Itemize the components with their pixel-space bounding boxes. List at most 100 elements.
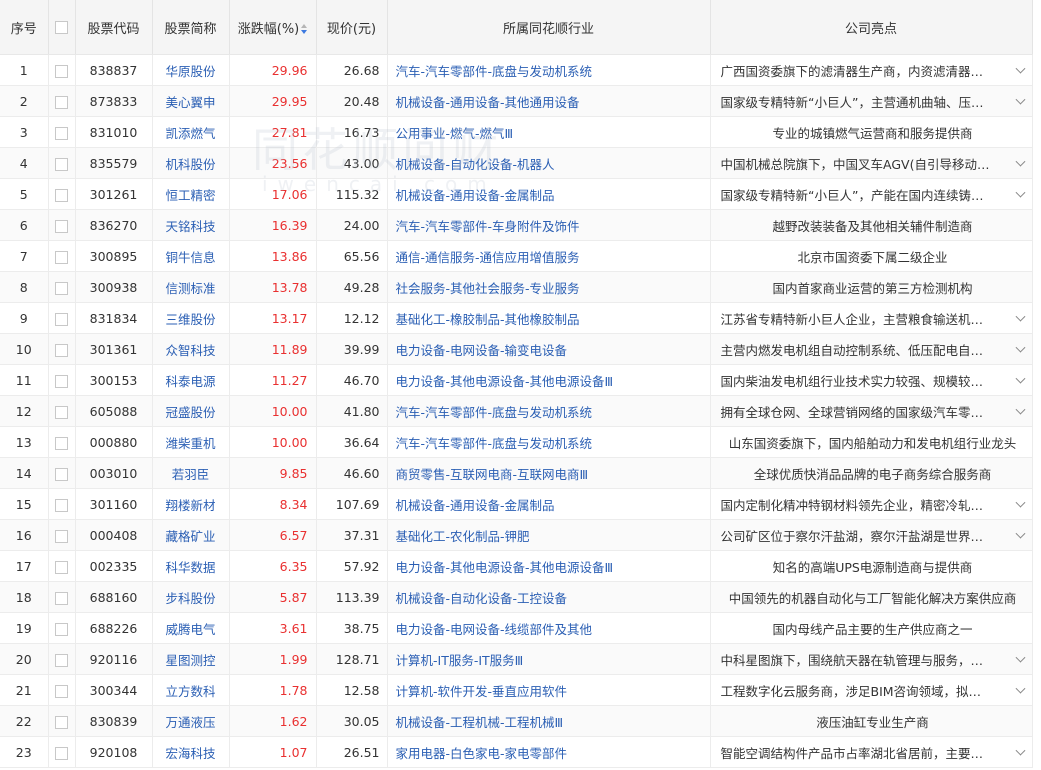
stock-name-link[interactable]: 立方数科 [152,674,230,706]
table-row[interactable]: 7 300895 铜牛信息 13.86 65.56 通信-通信服务-通信应用增值服务 北京市… [0,240,1033,272]
industry-link[interactable]: 基础化工-橡胶制品-其他橡胶制品 [387,302,711,334]
table-row[interactable]: 15 301160 翔楼新材 8.34 107.69 机械设备-通用设备-金属制品 国内定制… [0,488,1033,520]
row-checkbox[interactable] [55,436,68,450]
table-row[interactable]: 1 838837 华原股份 29.96 26.68 汽车-汽车零部件-底盘与发动机系统 广西… [0,54,1033,86]
row-select[interactable] [48,643,76,675]
row-select[interactable] [48,519,76,551]
chevron-down-icon[interactable] [1015,373,1025,384]
stock-name-link[interactable]: 三维股份 [152,302,230,334]
chevron-down-icon[interactable] [1015,497,1025,508]
industry-link[interactable]: 汽车-汽车零部件-底盘与发动机系统 [387,54,711,86]
row-select[interactable] [48,705,76,737]
table-row[interactable]: 23 920108 宏海科技 1.07 26.51 家用电器-白色家电-家电零部件 智能空调… [0,736,1033,768]
row-checkbox[interactable] [55,405,68,419]
row-select[interactable] [48,333,76,365]
table-row[interactable]: 4 835579 机科股份 23.56 43.00 机械设备-自动化设备-机器人 中国机械总… [0,147,1033,179]
stock-name-link[interactable]: 翔楼新材 [152,488,230,520]
table-row[interactable]: 2 873833 美心翼申 29.95 20.48 机械设备-通用设备-其他通用设备 国家级… [0,85,1033,117]
row-select[interactable] [48,550,76,582]
stock-name-link[interactable]: 科泰电源 [152,364,230,396]
stock-name-link[interactable]: 铜牛信息 [152,240,230,272]
stock-name-link[interactable]: 步科股份 [152,581,230,613]
industry-link[interactable]: 计算机-IT服务-IT服务Ⅲ [387,643,711,675]
stock-name-link[interactable]: 众智科技 [152,333,230,365]
row-checkbox[interactable] [55,653,68,667]
header-industry[interactable]: 所属同花顺行业 [387,0,711,55]
row-select[interactable] [48,364,76,396]
row-checkbox[interactable] [55,281,68,295]
industry-link[interactable]: 通信-通信服务-通信应用增值服务 [387,240,711,272]
row-checkbox[interactable] [55,498,68,512]
row-checkbox[interactable] [55,64,68,78]
row-select[interactable] [48,240,76,272]
stock-name-link[interactable]: 机科股份 [152,147,230,179]
industry-link[interactable]: 机械设备-通用设备-金属制品 [387,488,711,520]
stock-name-link[interactable]: 美心翼申 [152,85,230,117]
row-select[interactable] [48,54,76,86]
row-checkbox[interactable] [55,467,68,481]
industry-link[interactable]: 基础化工-农化制品-钾肥 [387,519,711,551]
chevron-down-icon[interactable] [1015,683,1025,694]
sort-desc-icon[interactable] [301,24,308,34]
table-row[interactable]: 10 301361 众智科技 11.89 39.99 电力设备-电网设备-输变电设备 主营内… [0,333,1033,365]
table-row[interactable]: 12 605088 冠盛股份 10.00 41.80 汽车-汽车零部件-底盘与发动机系统拥… [0,395,1033,427]
header-change[interactable]: 涨跌幅(%) [229,0,317,55]
chevron-down-icon[interactable] [1015,652,1025,663]
row-select[interactable] [48,457,76,489]
row-checkbox[interactable] [55,250,68,264]
stock-name-link[interactable]: 宏海科技 [152,736,230,768]
chevron-down-icon[interactable] [1015,94,1025,105]
industry-link[interactable]: 商贸零售-互联网电商-互联网电商Ⅲ [387,457,711,489]
row-select[interactable] [48,395,76,427]
row-checkbox[interactable] [55,622,68,636]
row-checkbox[interactable] [55,126,68,140]
industry-link[interactable]: 机械设备-自动化设备-工控设备 [387,581,711,613]
row-checkbox[interactable] [55,219,68,233]
industry-link[interactable]: 机械设备-工程机械-工程机械Ⅲ [387,705,711,737]
industry-link[interactable]: 汽车-汽车零部件-底盘与发动机系统 [387,426,711,458]
industry-link[interactable]: 社会服务-其他社会服务-专业服务 [387,271,711,303]
stock-name-link[interactable]: 华原股份 [152,54,230,86]
stock-name-link[interactable]: 凯添燃气 [152,116,230,148]
industry-link[interactable]: 家用电器-白色家电-家电零部件 [387,736,711,768]
row-select[interactable] [48,426,76,458]
chevron-down-icon[interactable] [1015,342,1025,353]
chevron-down-icon[interactable] [1015,156,1025,167]
industry-link[interactable]: 汽车-汽车零部件-车身附件及饰件 [387,209,711,241]
industry-link[interactable]: 电力设备-其他电源设备-其他电源设备Ⅲ [387,550,711,582]
table-row[interactable]: 17 002335 科华数据 6.35 57.92 电力设备-其他电源设备-其他电源设备Ⅲ… [0,550,1033,582]
stock-name-link[interactable]: 若羽臣 [152,457,230,489]
row-select[interactable] [48,147,76,179]
chevron-down-icon[interactable] [1015,63,1025,74]
chevron-down-icon[interactable] [1015,311,1025,322]
row-checkbox[interactable] [55,529,68,543]
industry-link[interactable]: 汽车-汽车零部件-底盘与发动机系统 [387,395,711,427]
row-checkbox[interactable] [55,312,68,326]
row-checkbox[interactable] [55,684,68,698]
industry-link[interactable]: 电力设备-其他电源设备-其他电源设备Ⅲ [387,364,711,396]
stock-name-link[interactable]: 冠盛股份 [152,395,230,427]
row-checkbox[interactable] [55,157,68,171]
industry-link[interactable]: 机械设备-自动化设备-机器人 [387,147,711,179]
row-select[interactable] [48,674,76,706]
row-checkbox[interactable] [55,560,68,574]
row-select[interactable] [48,302,76,334]
row-checkbox[interactable] [55,95,68,109]
industry-link[interactable]: 机械设备-通用设备-金属制品 [387,178,711,210]
row-checkbox[interactable] [55,746,68,760]
table-row[interactable]: 20 920116 星图测控 1.99 128.71 计算机-IT服务-IT服务Ⅲ 中科星图… [0,643,1033,675]
table-row[interactable]: 3 831010 凯添燃气 27.81 16.73 公用事业-燃气-燃气Ⅲ 专业的城镇燃气运… [0,116,1033,148]
row-checkbox[interactable] [55,591,68,605]
header-name[interactable]: 股票简称 [152,0,230,55]
chevron-down-icon[interactable] [1015,745,1025,756]
stock-name-link[interactable]: 藏格矿业 [152,519,230,551]
industry-link[interactable]: 电力设备-电网设备-输变电设备 [387,333,711,365]
table-row[interactable]: 8 300938 信测标准 13.78 49.28 社会服务-其他社会服务-专业服务 国内首… [0,271,1033,303]
stock-name-link[interactable]: 信测标准 [152,271,230,303]
industry-link[interactable]: 公用事业-燃气-燃气Ⅲ [387,116,711,148]
row-select[interactable] [48,612,76,644]
table-row[interactable]: 19 688226 威腾电气 3.61 38.75 电力设备-电网设备-线缆部件及其他 国内… [0,612,1033,644]
industry-link[interactable]: 电力设备-电网设备-线缆部件及其他 [387,612,711,644]
stock-name-link[interactable]: 星图测控 [152,643,230,675]
stock-name-link[interactable]: 科华数据 [152,550,230,582]
